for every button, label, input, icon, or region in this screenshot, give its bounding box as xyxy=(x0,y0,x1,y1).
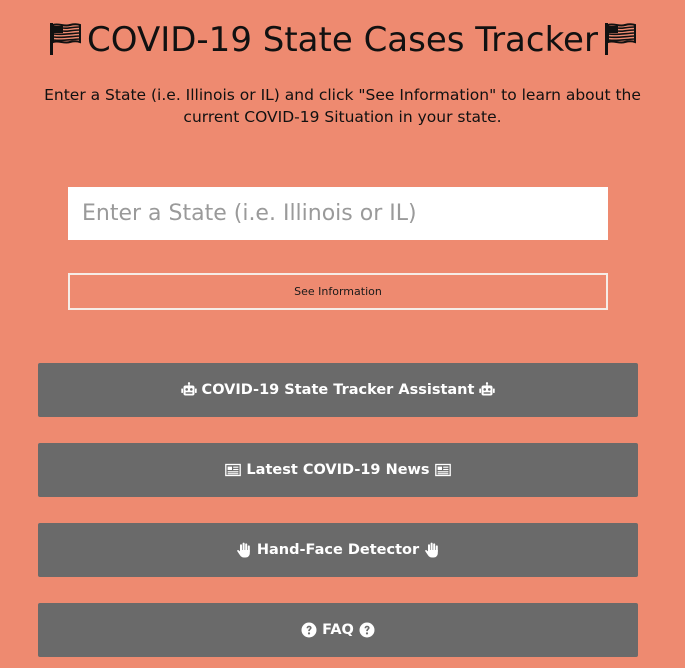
intro-text: Enter a State (i.e. Illinois or IL) and … xyxy=(44,86,641,126)
see-information-button[interactable]: See Information xyxy=(68,273,608,310)
page-title: COVID-19 State Cases Tracker xyxy=(0,18,685,62)
hand-face-detector-button-label: Hand-Face Detector xyxy=(256,542,420,558)
assistant-button-label: COVID-19 State Tracker Assistant xyxy=(201,382,475,398)
hand-icon xyxy=(424,542,440,558)
question-circle-icon xyxy=(301,622,317,638)
news-button-label: Latest COVID-19 News xyxy=(246,462,430,478)
faq-button[interactable]: FAQ xyxy=(38,603,638,657)
hand-face-detector-button[interactable]: Hand-Face Detector xyxy=(38,523,638,577)
assistant-button[interactable]: COVID-19 State Tracker Assistant xyxy=(38,363,638,417)
state-input[interactable] xyxy=(68,187,608,240)
robot-icon xyxy=(180,382,197,398)
news-button[interactable]: Latest COVID-19 News xyxy=(38,443,638,497)
newspaper-icon xyxy=(434,462,451,478)
flag-usa-icon xyxy=(49,22,82,56)
page-title-text: COVID-19 State Cases Tracker xyxy=(87,20,598,60)
hand-icon xyxy=(236,542,252,558)
robot-icon xyxy=(479,382,496,398)
question-circle-icon xyxy=(359,622,375,638)
flag-usa-icon xyxy=(604,22,636,56)
faq-button-label: FAQ xyxy=(322,622,354,638)
newspaper-icon xyxy=(225,462,242,478)
